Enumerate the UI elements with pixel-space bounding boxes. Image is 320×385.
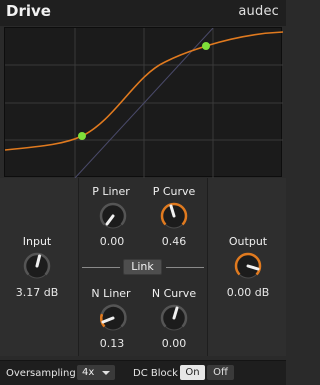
p-liner-label: P Liner (92, 185, 130, 198)
n-curve-label: N Curve (151, 287, 197, 300)
knob-dial-icon (234, 252, 262, 279)
p-curve-knob[interactable] (158, 200, 190, 232)
knob-dial-icon (99, 202, 127, 229)
input-knob[interactable] (21, 250, 53, 282)
dc-block-label: DC Block (133, 368, 178, 379)
output-knob[interactable] (232, 250, 264, 282)
link-divider-left (82, 267, 120, 268)
brand-logo: audec (238, 4, 279, 19)
n-liner-value[interactable]: 0.13 (93, 337, 131, 350)
header: Drive audec (0, 0, 286, 26)
knob-dial-icon (23, 252, 51, 279)
n-curve-value[interactable]: 0.00 (155, 337, 193, 350)
n-liner-knob[interactable] (97, 302, 129, 334)
p-curve-label: P Curve (152, 185, 196, 198)
oversampling-value: 4x (82, 367, 95, 378)
knob-dial-icon (160, 304, 188, 331)
dc-block-on-button[interactable]: On (180, 365, 205, 380)
knob-dial-icon (160, 202, 188, 229)
p-curve-value[interactable]: 0.46 (155, 235, 193, 248)
input-label: Input (22, 235, 52, 248)
link-divider-right (166, 267, 204, 268)
oversampling-select[interactable]: 4x (77, 365, 115, 380)
transfer-curve-svg (5, 28, 283, 178)
p-liner-knob[interactable] (97, 200, 129, 232)
knob-dial-icon (100, 304, 127, 331)
positive-curve-point[interactable] (202, 42, 210, 50)
negative-curve-point[interactable] (78, 132, 86, 140)
n-liner-label: N Liner (91, 287, 131, 300)
p-liner-value[interactable]: 0.00 (93, 235, 131, 248)
n-curve-knob[interactable] (158, 302, 190, 334)
plugin-title: Drive (6, 2, 51, 20)
oversampling-label: Oversampling (6, 368, 76, 379)
output-value[interactable]: 0.00 dB (222, 286, 274, 299)
input-value[interactable]: 3.17 dB (10, 286, 64, 299)
chevron-down-icon (102, 371, 110, 375)
output-label: Output (228, 235, 268, 248)
dc-block-off-button[interactable]: Off (207, 365, 234, 380)
link-button[interactable]: Link (123, 259, 162, 275)
transfer-curve-graph[interactable] (4, 27, 283, 178)
